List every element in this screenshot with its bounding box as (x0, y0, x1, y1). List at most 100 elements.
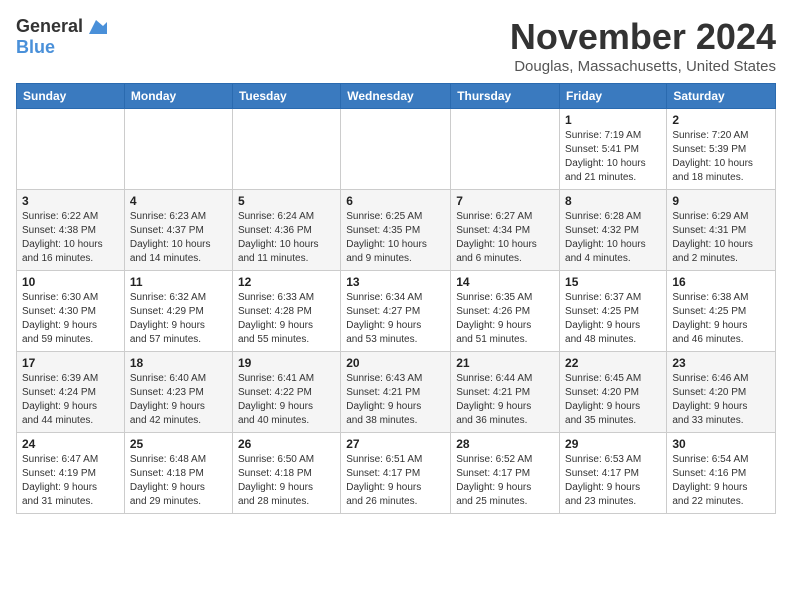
day-number: 8 (565, 194, 661, 208)
day-number: 19 (238, 356, 335, 370)
day-number: 30 (672, 437, 770, 451)
day-info: Sunrise: 6:29 AM Sunset: 4:31 PM Dayligh… (672, 210, 770, 266)
day-number: 10 (22, 275, 119, 289)
calendar-day-cell: 13 Sunrise: 6:34 AM Sunset: 4:27 PM Dayli… (341, 271, 451, 352)
calendar-day-cell (232, 109, 340, 190)
day-number: 12 (238, 275, 335, 289)
day-info: Sunrise: 6:40 AM Sunset: 4:23 PM Dayligh… (130, 372, 227, 428)
logo: General Blue (16, 16, 107, 58)
day-number: 28 (456, 437, 554, 451)
day-info: Sunrise: 6:25 AM Sunset: 4:35 PM Dayligh… (346, 210, 445, 266)
calendar-table: SundayMondayTuesdayWednesdayThursdayFrid… (16, 83, 776, 514)
day-number: 17 (22, 356, 119, 370)
day-number: 23 (672, 356, 770, 370)
day-info: Sunrise: 6:34 AM Sunset: 4:27 PM Dayligh… (346, 291, 445, 347)
day-number: 22 (565, 356, 661, 370)
day-number: 27 (346, 437, 445, 451)
day-info: Sunrise: 6:32 AM Sunset: 4:29 PM Dayligh… (130, 291, 227, 347)
day-info: Sunrise: 6:24 AM Sunset: 4:36 PM Dayligh… (238, 210, 335, 266)
weekday-header-wednesday: Wednesday (341, 84, 451, 109)
calendar-day-cell: 12Sunrise: 6:33 AM Sunset: 4:28 PM Dayli… (232, 271, 340, 352)
day-number: 14 (456, 275, 554, 289)
weekday-header-sunday: Sunday (17, 84, 125, 109)
weekday-header-monday: Monday (124, 84, 232, 109)
calendar-day-cell: 8 Sunrise: 6:28 AM Sunset: 4:32 PM Daylig… (560, 190, 667, 271)
day-number: 1 (565, 113, 661, 127)
calendar-day-cell: 21 Sunrise: 6:44 AM Sunset: 4:21 PM Dayli… (451, 352, 560, 433)
calendar-day-cell: 16Sunrise: 6:38 AM Sunset: 4:25 PM Dayli… (667, 271, 776, 352)
day-info: Sunrise: 6:47 AM Sunset: 4:19 PM Dayligh… (22, 453, 119, 509)
day-number: 18 (130, 356, 227, 370)
weekday-header-saturday: Saturday (667, 84, 776, 109)
day-info: Sunrise: 6:52 AM Sunset: 4:17 PM Dayligh… (456, 453, 554, 509)
day-info: Sunrise: 6:48 AM Sunset: 4:18 PM Dayligh… (130, 453, 227, 509)
calendar-day-cell: 7Sunrise: 6:27 AM Sunset: 4:34 PM Daylig… (451, 190, 560, 271)
calendar-week-row: 1 Sunrise: 7:19 AM Sunset: 5:41 PM Daylig… (17, 109, 776, 190)
calendar-day-cell: 20Sunrise: 6:43 AM Sunset: 4:21 PM Dayli… (341, 352, 451, 433)
calendar-day-cell: 28 Sunrise: 6:52 AM Sunset: 4:17 PM Dayli… (451, 433, 560, 514)
calendar-day-cell: 5Sunrise: 6:24 AM Sunset: 4:36 PM Daylig… (232, 190, 340, 271)
calendar-day-cell: 29 Sunrise: 6:53 AM Sunset: 4:17 PM Dayli… (560, 433, 667, 514)
calendar-day-cell: 18 Sunrise: 6:40 AM Sunset: 4:23 PM Dayli… (124, 352, 232, 433)
day-info: Sunrise: 6:30 AM Sunset: 4:30 PM Dayligh… (22, 291, 119, 347)
calendar-day-cell (451, 109, 560, 190)
day-info: Sunrise: 6:41 AM Sunset: 4:22 PM Dayligh… (238, 372, 335, 428)
calendar-day-cell: 2 Sunrise: 7:20 AM Sunset: 5:39 PM Daylig… (667, 109, 776, 190)
calendar-day-cell: 11 Sunrise: 6:32 AM Sunset: 4:29 PM Dayli… (124, 271, 232, 352)
day-info: Sunrise: 6:45 AM Sunset: 4:20 PM Dayligh… (565, 372, 661, 428)
day-info: Sunrise: 7:19 AM Sunset: 5:41 PM Dayligh… (565, 129, 661, 185)
day-number: 15 (565, 275, 661, 289)
day-info: Sunrise: 6:37 AM Sunset: 4:25 PM Dayligh… (565, 291, 661, 347)
day-number: 3 (22, 194, 119, 208)
day-number: 4 (130, 194, 227, 208)
day-number: 2 (672, 113, 770, 127)
day-info: Sunrise: 6:35 AM Sunset: 4:26 PM Dayligh… (456, 291, 554, 347)
location-title: Douglas, Massachusetts, United States (510, 58, 776, 75)
calendar-day-cell: 15 Sunrise: 6:37 AM Sunset: 4:25 PM Dayli… (560, 271, 667, 352)
day-info: Sunrise: 6:23 AM Sunset: 4:37 PM Dayligh… (130, 210, 227, 266)
calendar-day-cell: 6Sunrise: 6:25 AM Sunset: 4:35 PM Daylig… (341, 190, 451, 271)
day-number: 9 (672, 194, 770, 208)
calendar-day-cell: 24Sunrise: 6:47 AM Sunset: 4:19 PM Dayli… (17, 433, 125, 514)
day-info: Sunrise: 6:27 AM Sunset: 4:34 PM Dayligh… (456, 210, 554, 266)
calendar-day-cell: 17 Sunrise: 6:39 AM Sunset: 4:24 PM Dayli… (17, 352, 125, 433)
calendar-day-cell: 9 Sunrise: 6:29 AM Sunset: 4:31 PM Daylig… (667, 190, 776, 271)
calendar-day-cell: 23Sunrise: 6:46 AM Sunset: 4:20 PM Dayli… (667, 352, 776, 433)
day-info: Sunrise: 6:22 AM Sunset: 4:38 PM Dayligh… (22, 210, 119, 266)
day-number: 29 (565, 437, 661, 451)
calendar-day-cell (341, 109, 451, 190)
day-info: Sunrise: 7:20 AM Sunset: 5:39 PM Dayligh… (672, 129, 770, 185)
calendar-week-row: 3 Sunrise: 6:22 AM Sunset: 4:38 PM Daylig… (17, 190, 776, 271)
calendar-day-cell: 4 Sunrise: 6:23 AM Sunset: 4:37 PM Daylig… (124, 190, 232, 271)
calendar-week-row: 24Sunrise: 6:47 AM Sunset: 4:19 PM Dayli… (17, 433, 776, 514)
calendar-day-cell: 1 Sunrise: 7:19 AM Sunset: 5:41 PM Daylig… (560, 109, 667, 190)
calendar-day-cell: 25 Sunrise: 6:48 AM Sunset: 4:18 PM Dayli… (124, 433, 232, 514)
day-info: Sunrise: 6:54 AM Sunset: 4:16 PM Dayligh… (672, 453, 770, 509)
month-title: November 2024 (510, 16, 776, 58)
weekday-header-friday: Friday (560, 84, 667, 109)
calendar-day-cell (124, 109, 232, 190)
calendar-week-row: 17 Sunrise: 6:39 AM Sunset: 4:24 PM Dayli… (17, 352, 776, 433)
calendar-day-cell: 19 Sunrise: 6:41 AM Sunset: 4:22 PM Dayli… (232, 352, 340, 433)
day-info: Sunrise: 6:50 AM Sunset: 4:18 PM Dayligh… (238, 453, 335, 509)
day-number: 21 (456, 356, 554, 370)
day-info: Sunrise: 6:51 AM Sunset: 4:17 PM Dayligh… (346, 453, 445, 509)
day-info: Sunrise: 6:44 AM Sunset: 4:21 PM Dayligh… (456, 372, 554, 428)
day-number: 25 (130, 437, 227, 451)
day-number: 13 (346, 275, 445, 289)
calendar-day-cell (17, 109, 125, 190)
logo-text-line1: General (16, 17, 83, 37)
day-info: Sunrise: 6:28 AM Sunset: 4:32 PM Dayligh… (565, 210, 661, 266)
calendar-day-cell: 22 Sunrise: 6:45 AM Sunset: 4:20 PM Dayli… (560, 352, 667, 433)
calendar-day-cell: 3 Sunrise: 6:22 AM Sunset: 4:38 PM Daylig… (17, 190, 125, 271)
logo-icon (85, 16, 107, 38)
title-area: November 2024 Douglas, Massachusetts, Un… (510, 16, 776, 75)
day-number: 11 (130, 275, 227, 289)
weekday-header-thursday: Thursday (451, 84, 560, 109)
day-info: Sunrise: 6:53 AM Sunset: 4:17 PM Dayligh… (565, 453, 661, 509)
day-number: 16 (672, 275, 770, 289)
calendar-header-row: SundayMondayTuesdayWednesdayThursdayFrid… (17, 84, 776, 109)
calendar-day-cell: 10 Sunrise: 6:30 AM Sunset: 4:30 PM Dayli… (17, 271, 125, 352)
day-info: Sunrise: 6:39 AM Sunset: 4:24 PM Dayligh… (22, 372, 119, 428)
day-info: Sunrise: 6:43 AM Sunset: 4:21 PM Dayligh… (346, 372, 445, 428)
